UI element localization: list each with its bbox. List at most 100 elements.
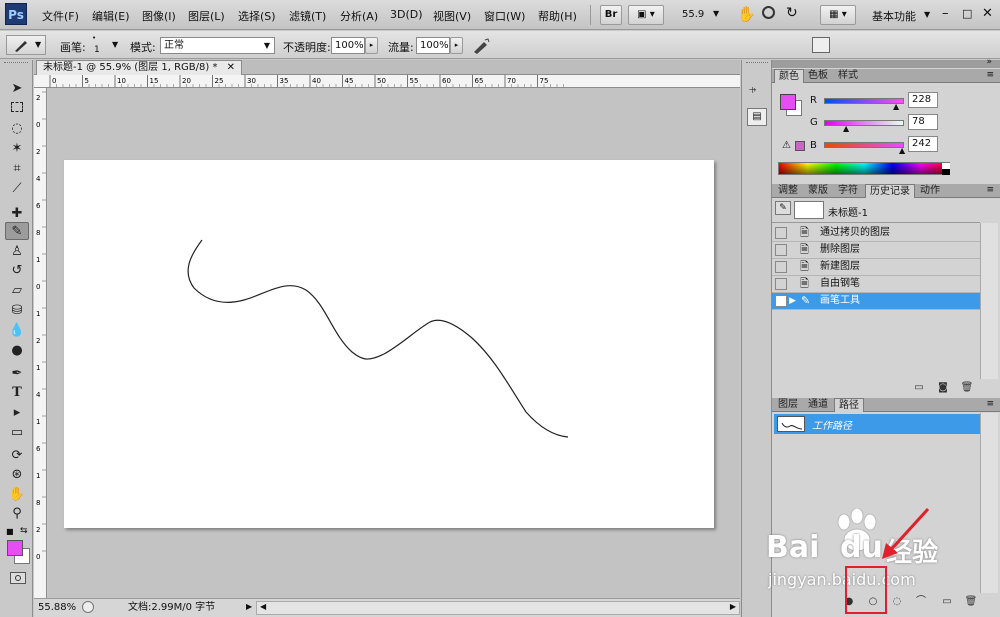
3d-rotate-icon[interactable]: ⟳ (5, 447, 29, 465)
shape-tool-icon[interactable]: ▭ (5, 424, 29, 442)
eraser-icon[interactable]: ▱ (5, 282, 29, 300)
menu-analysis[interactable]: 分析(A) (340, 8, 378, 24)
clone-stamp-icon[interactable]: ♙ (5, 243, 29, 261)
color-panel-menu-icon[interactable]: ≡ (986, 70, 994, 80)
blur-tool-icon[interactable]: 💧 (5, 322, 29, 340)
dock-header[interactable]: » (772, 57, 1000, 68)
canvas-workspace[interactable] (48, 88, 740, 598)
zoom-tool-icon[interactable]: ⚲ (5, 505, 29, 523)
document-canvas[interactable] (64, 160, 714, 528)
mini-bridge-icon[interactable]: ⍆ (748, 80, 757, 98)
color-ramp[interactable] (778, 162, 950, 175)
pen-tool-icon[interactable]: ✒ (5, 365, 29, 383)
history-brush-icon[interactable]: ↺ (5, 262, 29, 280)
spot-healing-icon[interactable]: ✚ (5, 205, 29, 223)
g-slider[interactable] (824, 120, 904, 126)
maximize-icon[interactable]: □ (962, 6, 972, 22)
paint-bucket-icon[interactable]: ⛁ (5, 302, 29, 320)
path-selection-icon[interactable]: ▸ (5, 404, 29, 422)
history-scrollbar[interactable] (980, 223, 998, 379)
path-row-work-path[interactable]: 工作路径 (774, 414, 980, 434)
history-item-selected[interactable]: ▶ ✎ 画笔工具 (772, 293, 980, 310)
brush-size[interactable]: 1 (94, 45, 100, 55)
default-colors-icon[interactable]: ■ (6, 527, 14, 536)
tab-color[interactable]: 颜色 (774, 69, 804, 83)
zoom-level[interactable]: 55.9 (682, 9, 704, 20)
menu-layer[interactable]: 图层(L) (188, 8, 225, 24)
tab-layers[interactable]: 图层 (774, 398, 802, 412)
horizontal-scrollbar[interactable]: ◀ ▶ (256, 601, 740, 615)
tab-masks[interactable]: 蒙版 (804, 184, 832, 198)
menu-select[interactable]: 选择(S) (238, 8, 276, 24)
tab-swatches[interactable]: 色板 (804, 69, 832, 83)
paths-panel-menu-icon[interactable]: ≡ (986, 399, 994, 409)
mode-select[interactable]: 正常 ▼ (160, 37, 275, 54)
g-slider-thumb-icon[interactable]: ▲ (843, 124, 849, 133)
b-slider[interactable] (824, 142, 904, 148)
minimize-icon[interactable]: – (942, 6, 949, 22)
snapshot-brush-icon[interactable]: ✎ (775, 201, 791, 215)
airbrush-icon[interactable] (472, 38, 490, 54)
zoom-icon[interactable] (762, 6, 775, 19)
snapshot-thumbnail[interactable] (794, 201, 824, 219)
history-item[interactable]: 🗎 新建图层 (772, 259, 980, 276)
bridge-button[interactable]: Br (600, 5, 622, 25)
history-panel-menu-icon[interactable]: ≡ (986, 185, 994, 195)
menu-filter[interactable]: 滤镜(T) (289, 8, 326, 24)
scroll-left-icon[interactable]: ◀ (260, 602, 266, 611)
brush-tool-icon[interactable]: ✎ (5, 222, 29, 240)
history-source-checkbox[interactable] (775, 261, 787, 273)
opacity-input[interactable]: 100% (331, 37, 365, 54)
document-close-icon[interactable]: ✕ (227, 62, 235, 73)
status-info-icon[interactable] (82, 601, 94, 613)
lasso-tool-icon[interactable]: ◌ (5, 120, 29, 138)
color-fg-swatch[interactable] (780, 94, 796, 110)
foreground-color-swatch[interactable] (7, 540, 23, 556)
hand-tool-icon[interactable]: ✋ (5, 486, 29, 504)
view-extras-button[interactable]: ▣ ▾ (628, 5, 664, 25)
menu-3d[interactable]: 3D(D) (390, 8, 423, 21)
document-tab[interactable]: 未标题-1 @ 55.9% (图层 1, RGB/8) * ✕ (36, 60, 243, 75)
tab-channels[interactable]: 通道 (804, 398, 832, 412)
close-icon[interactable]: ✕ (982, 6, 993, 22)
flow-slider-button[interactable]: ▸ (450, 37, 463, 54)
tab-adjustments[interactable]: 调整 (774, 184, 802, 198)
tab-actions[interactable]: 动作 (916, 184, 944, 198)
eyedropper-icon[interactable]: ⟋ (5, 180, 29, 198)
strip-grip[interactable] (746, 62, 768, 66)
dodge-tool-icon[interactable]: ● (5, 342, 29, 360)
b-slider-thumb-icon[interactable]: ▲ (899, 146, 905, 155)
tab-paths[interactable]: 路径 (834, 398, 864, 412)
swap-colors-icon[interactable]: ⇆ (20, 526, 28, 536)
3d-orbit-icon[interactable]: ⊛ (5, 466, 29, 484)
menu-help[interactable]: 帮助(H) (538, 8, 577, 24)
tool-preset-picker[interactable]: ▼ (6, 35, 46, 55)
r-slider-thumb-icon[interactable]: ▲ (893, 102, 899, 111)
opacity-slider-button[interactable]: ▸ (365, 37, 378, 54)
tab-history[interactable]: 历史记录 (865, 184, 915, 198)
new-document-from-state-icon[interactable]: ▭ (912, 382, 926, 394)
r-slider[interactable] (824, 98, 904, 104)
history-source-checkbox[interactable] (775, 295, 787, 307)
type-tool-icon[interactable]: T (5, 384, 29, 402)
workspace-switcher[interactable]: 基本功能 (872, 8, 916, 24)
quick-mask-icon[interactable] (10, 572, 26, 584)
marquee-tool-icon[interactable] (5, 100, 29, 118)
brush-dropdown-icon[interactable]: ▼ (112, 40, 118, 49)
delete-state-icon[interactable]: 🗑 (960, 382, 974, 394)
gamut-swatch[interactable] (795, 141, 805, 151)
menu-edit[interactable]: 编辑(E) (92, 8, 130, 24)
history-source-checkbox[interactable] (775, 227, 787, 239)
menu-image[interactable]: 图像(I) (142, 8, 176, 24)
new-snapshot-icon[interactable]: ◙ (936, 382, 950, 394)
brush-panel-toggle-icon[interactable] (812, 37, 830, 53)
r-value-input[interactable]: 228 (908, 92, 938, 108)
horizontal-ruler[interactable]: 0 5 10 15 20 25 30 35 40 45 50 55 60 65 70 75 (34, 75, 740, 88)
gamut-warning-icon[interactable]: ⚠ (782, 140, 791, 151)
history-item[interactable]: 🗎 通过拷贝的图层 (772, 225, 980, 242)
history-item[interactable]: 🗎 删除图层 (772, 242, 980, 259)
rotate-view-icon[interactable]: ↻ (786, 5, 798, 21)
tab-styles[interactable]: 样式 (834, 69, 862, 83)
history-item[interactable]: 🗎 自由钢笔 (772, 276, 980, 293)
history-source-checkbox[interactable] (775, 278, 787, 290)
